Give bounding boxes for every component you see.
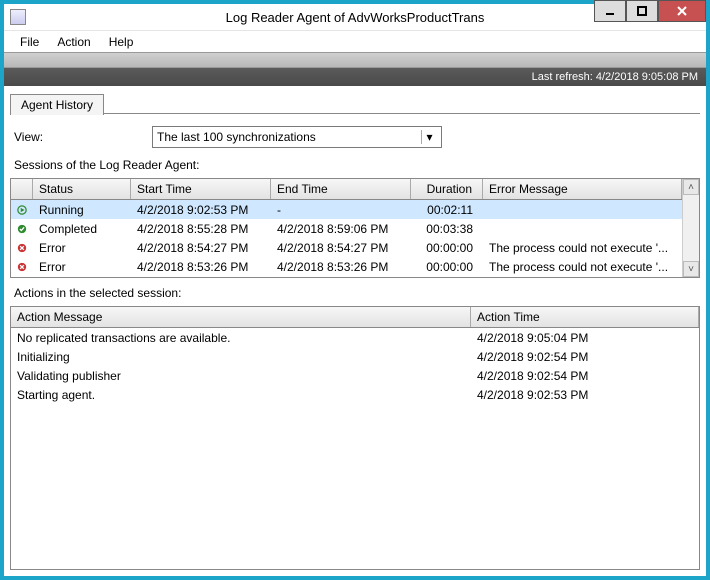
- scroll-up-icon[interactable]: ˄: [683, 179, 699, 195]
- cell-start: 4/2/2018 8:53:26 PM: [131, 260, 271, 274]
- cell-start: 4/2/2018 8:55:28 PM: [131, 222, 271, 236]
- tab-strip: Agent History: [10, 90, 700, 114]
- cell-duration: 00:00:00: [411, 260, 483, 274]
- status-icon: [11, 242, 33, 254]
- cell-end: -: [271, 203, 411, 217]
- window-frame: Log Reader Agent of AdvWorksProductTrans…: [0, 0, 710, 580]
- cell-status: Completed: [33, 222, 131, 236]
- content-area: Agent History View: The last 100 synchro…: [4, 86, 706, 576]
- cell-action-time: 4/2/2018 9:02:54 PM: [471, 369, 699, 383]
- sessions-body[interactable]: Running4/2/2018 9:02:53 PM-00:02:11Compl…: [11, 200, 682, 276]
- titlebar[interactable]: Log Reader Agent of AdvWorksProductTrans: [4, 4, 706, 30]
- sessions-grid: Status Start Time End Time Duration Erro…: [10, 178, 700, 278]
- cell-status: Running: [33, 203, 131, 217]
- cell-end: 4/2/2018 8:54:27 PM: [271, 241, 411, 255]
- close-button[interactable]: [658, 0, 706, 22]
- action-row[interactable]: Starting agent.4/2/2018 9:02:53 PM: [11, 385, 699, 404]
- minimize-button[interactable]: [594, 0, 626, 22]
- session-row[interactable]: Completed4/2/2018 8:55:28 PM4/2/2018 8:5…: [11, 219, 682, 238]
- cell-duration: 00:00:00: [411, 241, 483, 255]
- maximize-button[interactable]: [626, 0, 658, 22]
- session-row[interactable]: Error4/2/2018 8:54:27 PM4/2/2018 8:54:27…: [11, 238, 682, 257]
- col-status[interactable]: Status: [33, 179, 131, 199]
- cell-error: The process could not execute '...: [483, 260, 682, 274]
- sessions-label: Sessions of the Log Reader Agent:: [10, 158, 700, 174]
- app-icon: [10, 9, 26, 25]
- cell-status: Error: [33, 260, 131, 274]
- status-icon: [11, 261, 33, 273]
- cell-duration: 00:02:11: [411, 203, 483, 217]
- col-end[interactable]: End Time: [271, 179, 411, 199]
- menubar: File Action Help: [4, 30, 706, 52]
- cell-action-message: Starting agent.: [11, 388, 471, 402]
- menu-action[interactable]: Action: [49, 33, 98, 51]
- col-duration[interactable]: Duration: [411, 179, 483, 199]
- col-icon[interactable]: [11, 179, 33, 199]
- menu-help[interactable]: Help: [101, 33, 142, 51]
- view-row: View: The last 100 synchronizations ▾: [10, 118, 700, 154]
- cell-action-message: Initializing: [11, 350, 471, 364]
- view-dropdown-value: The last 100 synchronizations: [157, 130, 316, 144]
- col-error[interactable]: Error Message: [483, 179, 682, 199]
- chevron-down-icon: ▾: [421, 130, 437, 144]
- session-row[interactable]: Error4/2/2018 8:53:26 PM4/2/2018 8:53:26…: [11, 257, 682, 276]
- cell-start: 4/2/2018 8:54:27 PM: [131, 241, 271, 255]
- cell-action-time: 4/2/2018 9:02:53 PM: [471, 388, 699, 402]
- cell-action-message: No replicated transactions are available…: [11, 331, 471, 345]
- cell-action-message: Validating publisher: [11, 369, 471, 383]
- tab-agent-history[interactable]: Agent History: [10, 94, 104, 115]
- tab-underline: [104, 113, 700, 114]
- view-dropdown[interactable]: The last 100 synchronizations ▾: [152, 126, 442, 148]
- sessions-header: Status Start Time End Time Duration Erro…: [11, 179, 682, 200]
- toolbar-strip: [4, 52, 706, 68]
- cell-end: 4/2/2018 8:59:06 PM: [271, 222, 411, 236]
- cell-action-time: 4/2/2018 9:05:04 PM: [471, 331, 699, 345]
- col-action-message[interactable]: Action Message: [11, 307, 471, 327]
- menu-file[interactable]: File: [12, 33, 47, 51]
- view-label: View:: [14, 130, 144, 144]
- col-action-time[interactable]: Action Time: [471, 307, 699, 327]
- actions-grid: Action Message Action Time No replicated…: [10, 306, 700, 570]
- sessions-scrollbar[interactable]: ˄ ˅: [682, 179, 699, 277]
- actions-header: Action Message Action Time: [11, 307, 699, 328]
- refresh-bar: Last refresh: 4/2/2018 9:05:08 PM: [4, 68, 706, 86]
- cell-start: 4/2/2018 9:02:53 PM: [131, 203, 271, 217]
- cell-status: Error: [33, 241, 131, 255]
- action-row[interactable]: Validating publisher4/2/2018 9:02:54 PM: [11, 366, 699, 385]
- col-start[interactable]: Start Time: [131, 179, 271, 199]
- cell-duration: 00:03:38: [411, 222, 483, 236]
- actions-body[interactable]: No replicated transactions are available…: [11, 328, 699, 569]
- cell-action-time: 4/2/2018 9:02:54 PM: [471, 350, 699, 364]
- session-row[interactable]: Running4/2/2018 9:02:53 PM-00:02:11: [11, 200, 682, 219]
- window-controls: [594, 4, 706, 30]
- cell-end: 4/2/2018 8:53:26 PM: [271, 260, 411, 274]
- status-icon: [11, 223, 33, 235]
- action-row[interactable]: No replicated transactions are available…: [11, 328, 699, 347]
- status-icon: [11, 204, 33, 216]
- action-row[interactable]: Initializing4/2/2018 9:02:54 PM: [11, 347, 699, 366]
- cell-error: The process could not execute '...: [483, 241, 682, 255]
- scroll-down-icon[interactable]: ˅: [683, 261, 699, 277]
- actions-label: Actions in the selected session:: [10, 282, 700, 302]
